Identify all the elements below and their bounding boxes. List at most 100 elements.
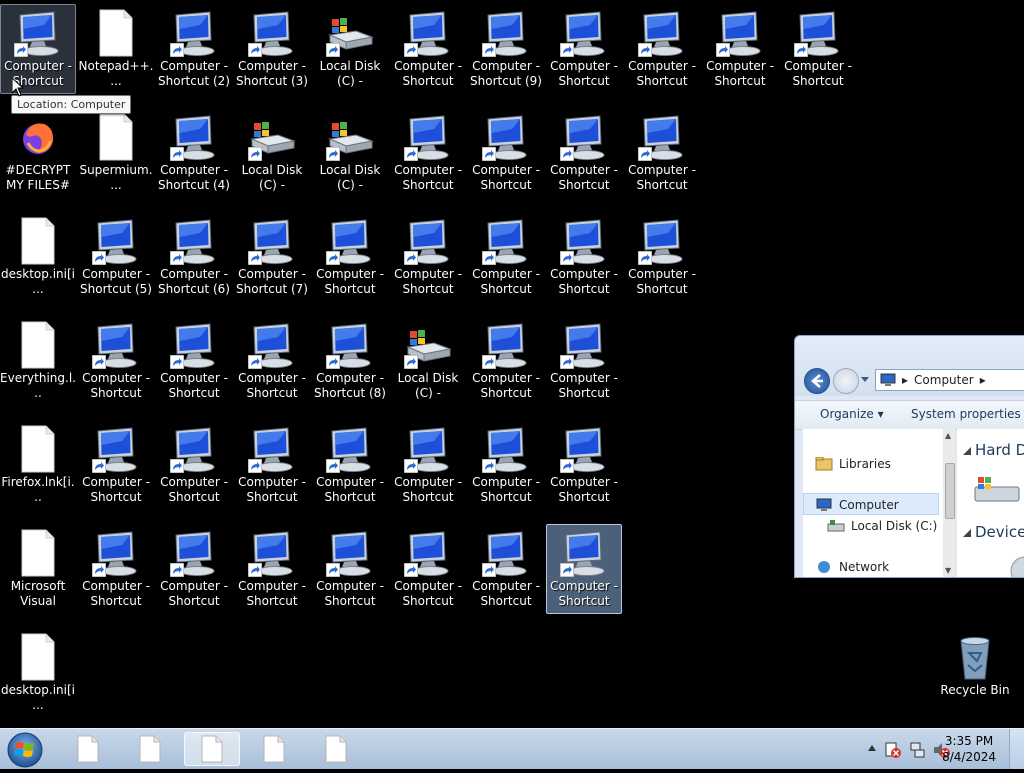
desktop-icon-computer-shortcut-31[interactable]: Computer - Shortcut (31) [624,108,700,198]
organize-label: Organize [820,407,874,421]
desktop-icon-computer-shortcut-24[interactable]: Computer - Shortcut (24) [624,4,700,94]
desktop-icon-computer-shortcut-34[interactable]: Computer - Shortcut (34) [234,524,310,614]
desktop-icon-computer-shortcut-14[interactable]: Computer - Shortcut (14) [390,108,466,198]
desktop-icon-computer-shortcut-9[interactable]: Computer - Shortcut (9) [468,4,544,94]
taskbar-button[interactable] [308,732,364,766]
desktop-icon-computer-shortcut-30[interactable]: Computer - Shortcut (30) [546,212,622,302]
collapse-triangle-icon[interactable] [963,529,971,537]
desktop-icon-local-disk-c-shortcut[interactable]: Local Disk (C) - Shortcut [234,108,310,198]
desktop-icon-computer-shortcut-32[interactable]: Computer - Shortcut (32) [78,524,154,614]
desktop-icon-label: Computer - Shortcut (18) [238,475,306,504]
desktop-icon-computer-shortcut-36[interactable]: Computer - Shortcut (36) [390,524,466,614]
show-desktop-button[interactable] [1009,729,1024,769]
desktop-icon-firefox-lnk-i[interactable]: Firefox.lnk[i... [0,420,76,510]
taskbar-button[interactable] [184,732,240,766]
start-button[interactable] [6,731,44,769]
nav-item-local-disk[interactable]: Local Disk (C:) [827,519,937,533]
desktop-icon-local-disk-c-shortcut-3[interactable]: Local Disk (C) - Shortcut (3) [312,108,388,198]
desktop-icon-local-disk-c-shortcut-4[interactable]: Local Disk (C) - Shortcut (4) [390,316,466,406]
desktop-icon-computer-shortcut-33[interactable]: Computer - Shortcut (33) [156,524,232,614]
desktop-icon-computer-shortcut-2[interactable]: Computer - Shortcut (2) [156,4,232,94]
collapse-triangle-icon[interactable] [963,447,971,455]
scrollbar-thumb[interactable] [945,463,955,519]
scroll-up-icon[interactable]: ▲ [945,431,951,440]
desktop-icon-desktop-ini-i[interactable]: desktop.ini[i... [0,212,76,302]
desktop-icon-computer-shortcut-27[interactable]: Computer - Shortcut (27) [624,212,700,302]
desktop-icon-computer-shortcut-20[interactable]: Computer - Shortcut (20) [78,420,154,510]
desktop-icon-supermium[interactable]: Supermium.... [78,108,154,198]
desktop-icon-label: Computer - Shortcut (38) [472,579,540,608]
nav-item-network[interactable]: Network [815,560,889,574]
desktop-icon-computer-shortcut-19[interactable]: Computer - Shortcut (19) [312,420,388,510]
organize-button[interactable]: Organize ▾ [820,407,884,421]
address-field[interactable]: ▸ Computer ▸ [875,369,1024,391]
desktop-icon-computer-shortcut-22[interactable]: Computer - Shortcut (22) [468,108,544,198]
desktop-icon-computer-shortcut-7[interactable]: Computer - Shortcut (7) [234,212,310,302]
desktop-icon-label: Computer - Shortcut (2) [158,59,230,88]
desktop-icon-computer-shortcut-40[interactable]: Computer - Shortcut (40) [546,316,622,406]
shortcut-arrow-icon [560,251,574,265]
desktop-icon-computer-shortcut-23[interactable]: Computer - Shortcut (23) [546,4,622,94]
desktop-icon-computer-shortcut-15[interactable]: Computer - Shortcut (15) [390,212,466,302]
desktop-icon-local-disk-c-shortcut-2[interactable]: Local Disk (C) - Shortcut (2) [312,4,388,94]
chevron-up-icon[interactable] [868,745,876,751]
desktop-icon-notepad[interactable]: Notepad++.... [78,4,154,94]
taskbar-button[interactable] [246,732,302,766]
explorer-window[interactable]: ▸ Computer ▸ Organize ▾ System propertie… [794,335,1024,578]
desktop-icon-computer-shortcut-39[interactable]: Computer - Shortcut (39) [468,316,544,406]
recent-pages-dropdown-icon[interactable] [861,377,869,383]
drive-small-icon [827,520,845,532]
scroll-down-icon[interactable]: ▼ [945,566,951,575]
optical-drive-icon[interactable] [997,553,1024,577]
shortcut-arrow-icon [482,43,496,57]
desktop-icon-microsoft-visual-studi[interactable]: Microsoft Visual Studi... [0,524,76,614]
desktop-icon-computer-shortcut-42[interactable]: Computer - Shortcut (42) [546,524,622,614]
desktop-icon-computer-shortcut-26[interactable]: Computer - Shortcut (26) [780,4,856,94]
shortcut-arrow-icon [794,43,808,57]
nav-item-libraries[interactable]: Libraries [815,457,891,471]
hard-drive-icon[interactable] [973,473,1021,505]
desktop-icon-computer-shortcut-38[interactable]: Computer - Shortcut (38) [468,524,544,614]
desktop-icon-label: Supermium.... [79,163,153,192]
desktop-icon-computer-shortcut-13[interactable]: Computer - Shortcut (13) [312,212,388,302]
navigation-scrollbar[interactable]: ▲ ▼ [943,429,955,577]
back-button[interactable] [804,368,830,394]
desktop-icon-computer-shortcut-4[interactable]: Computer - Shortcut (4) [156,108,232,198]
system-properties-button[interactable]: System properties [911,407,1021,421]
desktop-icon-computer-shortcut-5[interactable]: Computer - Shortcut (5) [78,212,154,302]
desktop-icon-computer-shortcut-18[interactable]: Computer - Shortcut (18) [234,420,310,510]
nav-item-computer[interactable]: Computer [815,498,899,512]
desktop-icon-computer-shortcut-25[interactable]: Computer - Shortcut (25) [702,4,778,94]
shortcut-arrow-icon [92,459,106,473]
computer-small-icon [816,498,832,511]
network-icon[interactable] [908,741,926,759]
action-center-icon[interactable] [884,741,902,759]
desktop-icon-computer-shortcut-12[interactable]: Computer - Shortcut (12) [234,316,310,406]
shortcut-arrow-icon [326,459,340,473]
taskbar-button[interactable] [60,732,116,766]
desktop-icon-computer-shortcut-37[interactable]: Computer - Shortcut (37) [468,420,544,510]
desktop-icon-computer-shortcut-10[interactable]: Computer - Shortcut (10) [78,316,154,406]
forward-button[interactable] [833,368,859,394]
breadcrumb-computer[interactable]: Computer [914,373,974,387]
desktop-icon-computer-shortcut-41[interactable]: Computer - Shortcut (41) [546,420,622,510]
desktop-icon-computer-shortcut-8[interactable]: Computer - Shortcut (8) [312,316,388,406]
desktop-icon-computer-shortcut-21[interactable]: Computer - Shortcut (21) [156,420,232,510]
desktop-icon-computer-shortcut-16[interactable]: Computer - Shortcut (16) [390,4,466,94]
clock[interactable]: 3:35 PM 8/4/2024 [942,733,996,765]
desktop-icon-computer-shortcut-17[interactable]: Computer - Shortcut (17) [390,420,466,510]
desktop-icon-computer-shortcut-3[interactable]: Computer - Shortcut (3) [234,4,310,94]
desktop-icon-computer-shortcut-29[interactable]: Computer - Shortcut (29) [468,212,544,302]
desktop-icon-computer-shortcut-6[interactable]: Computer - Shortcut (6) [156,212,232,302]
breadcrumb-separator-icon[interactable]: ▸ [980,373,986,387]
desktop-icon-computer-shortcut-28[interactable]: Computer - Shortcut (28) [546,108,622,198]
desktop-icon-decrypt-my-files[interactable]: #DECRYPT MY FILES# [0,108,76,198]
desktop-icon-computer-shortcut-35[interactable]: Computer - Shortcut (35) [312,524,388,614]
shortcut-arrow-icon [14,43,28,57]
desktop-icon-desktop-ini-i[interactable]: desktop.ini[i... [0,628,76,718]
shortcut-arrow-icon [170,459,184,473]
desktop-icon-recycle-bin[interactable]: Recycle Bin [937,628,1013,718]
desktop-icon-computer-shortcut-11[interactable]: Computer - Shortcut (11) [156,316,232,406]
desktop-icon-everything-l[interactable]: Everything.l... [0,316,76,406]
taskbar-button[interactable] [122,732,178,766]
